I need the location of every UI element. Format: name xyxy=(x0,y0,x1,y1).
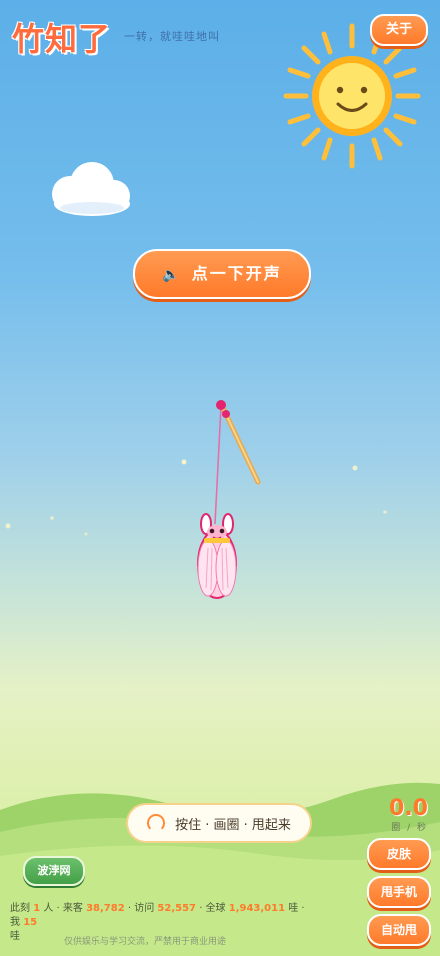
stats-mine-unit: 哇 xyxy=(10,931,20,942)
string-line xyxy=(214,405,222,525)
skin-button[interactable]: 皮肤 xyxy=(367,838,431,870)
stats-visits-label: · 访问 xyxy=(127,903,155,914)
app-logo: 竹知了 xyxy=(12,20,112,58)
auto-spin-label: 自动甩 xyxy=(380,923,417,937)
stats-global-label: · 全球 xyxy=(199,903,226,914)
skin-label: 皮肤 xyxy=(386,847,411,861)
stats-now-value: 1 xyxy=(33,903,41,914)
gesture-hint-text: 按住 · 画圈 · 甩起来 xyxy=(175,817,291,833)
spin-rate-unit: 圈 / 秒 xyxy=(391,823,428,833)
string-knot-top xyxy=(216,400,226,410)
speaker-icon: 🔈 xyxy=(162,267,182,283)
app-canvas[interactable]: 竹知了 一转，就哇哇地叫 关于 🔈 点一下开声 0.0 圈 / 秒 按住 · 画… xyxy=(0,0,440,956)
stats-mine-value: 15 xyxy=(23,917,38,928)
about-button[interactable]: 关于 xyxy=(370,14,428,46)
gesture-hint: 按住 · 画圈 · 甩起来 xyxy=(126,803,312,843)
shake-phone-label: 甩手机 xyxy=(380,885,417,899)
enable-sound-button[interactable]: 🔈 点一下开声 xyxy=(133,249,311,299)
shake-phone-button[interactable]: 甩手机 xyxy=(367,876,431,908)
stats-global-value: 1,943,011 xyxy=(228,903,286,914)
disclaimer: 仅供娱乐与学习交流，严禁用于商业用途 xyxy=(64,937,227,947)
stats-visitors-value: 38,782 xyxy=(86,903,125,914)
auto-spin-button[interactable]: 自动甩 xyxy=(367,914,431,946)
spin-rate-value: 0.0 xyxy=(389,796,428,821)
sound-button-label: 点一下开声 xyxy=(191,264,282,283)
about-label: 关于 xyxy=(385,22,412,37)
string-knot xyxy=(222,410,230,418)
stats-now-label: 此刻 xyxy=(10,903,30,914)
cloud-icon xyxy=(52,162,130,216)
network-link-button[interactable]: 波浡网 xyxy=(23,856,85,886)
cicada-toy[interactable] xyxy=(186,392,276,604)
stats-visits-value: 52,557 xyxy=(157,903,196,914)
app-tagline: 一转，就哇哇地叫 xyxy=(124,30,220,43)
rotate-icon xyxy=(147,814,166,832)
network-link-label: 波浡网 xyxy=(37,864,71,877)
stats-now-unit: 人 · 来客 xyxy=(43,903,83,914)
